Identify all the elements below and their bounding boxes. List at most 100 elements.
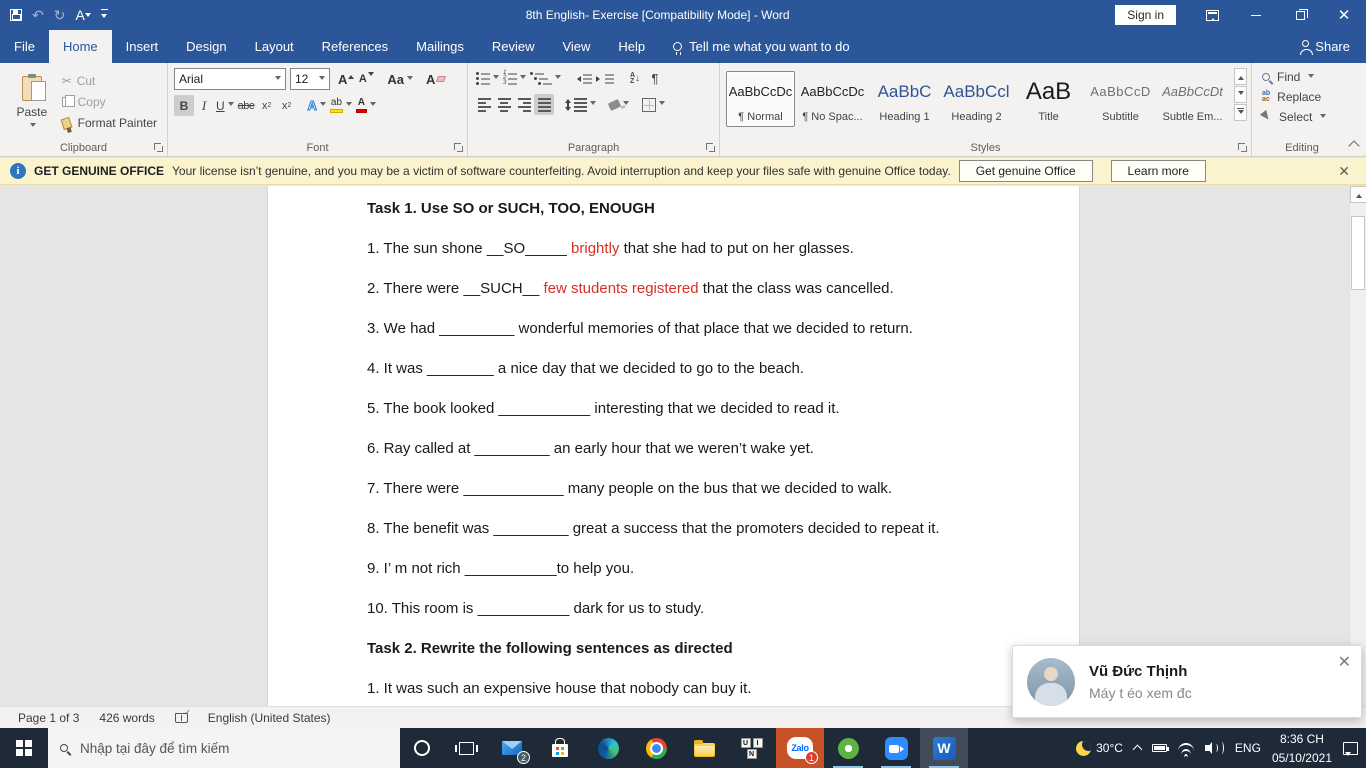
- doc-line[interactable]: 8. The benefit was _________ great a suc…: [367, 519, 999, 538]
- weather-widget[interactable]: 30°C: [1076, 728, 1123, 768]
- close-button[interactable]: ✕: [1322, 0, 1366, 30]
- notification-close-icon[interactable]: ✕: [1338, 652, 1351, 672]
- doc-line[interactable]: 9. I’ m not rich ___________to help you.: [367, 559, 999, 578]
- tell-me-box[interactable]: Tell me what you want to do: [673, 30, 850, 63]
- select-button[interactable]: Select: [1258, 108, 1346, 126]
- find-button[interactable]: Find: [1258, 68, 1346, 86]
- scrollbar-thumb[interactable]: [1351, 216, 1365, 290]
- taskbar-app-mail[interactable]: 2: [488, 728, 536, 768]
- doc-line[interactable]: 2. There were __SUCH__ few students regi…: [367, 279, 999, 298]
- tab-file[interactable]: File: [0, 30, 49, 63]
- style-heading-2[interactable]: AaBbCcl Heading 2: [942, 71, 1011, 127]
- doc-line[interactable]: 6. Ray called at _________ an early hour…: [367, 439, 999, 458]
- task-view-button[interactable]: [444, 728, 488, 768]
- sort-button[interactable]: A Z ↓: [625, 68, 645, 89]
- share-button[interactable]: Share: [1300, 30, 1366, 63]
- minimize-button[interactable]: [1234, 0, 1278, 30]
- tab-help[interactable]: Help: [604, 30, 659, 63]
- tab-home[interactable]: Home: [48, 30, 112, 63]
- battery-status[interactable]: [1151, 728, 1169, 768]
- style-no-spac[interactable]: AaBbCcDc ¶ No Spac...: [798, 71, 867, 127]
- tab-insert[interactable]: Insert: [112, 30, 173, 63]
- styles-dialog-launcher[interactable]: [1238, 143, 1248, 153]
- undo-icon[interactable]: ↶: [32, 8, 44, 22]
- style-normal[interactable]: AaBbCcDc ¶ Normal: [726, 71, 795, 127]
- text-effects-button[interactable]: A: [306, 95, 328, 116]
- taskbar-app-coccoc[interactable]: [824, 728, 872, 768]
- paragraph-dialog-launcher[interactable]: [706, 143, 716, 153]
- language-status[interactable]: English (United States): [200, 707, 339, 728]
- learn-more-button[interactable]: Learn more: [1110, 160, 1206, 182]
- shading-button[interactable]: [607, 94, 631, 115]
- taskbar-app-store[interactable]: [536, 728, 584, 768]
- tab-mailings[interactable]: Mailings: [402, 30, 478, 63]
- taskbar-search[interactable]: [48, 728, 400, 768]
- change-case-button[interactable]: Aa: [385, 69, 415, 90]
- document-page[interactable]: Task 1. Use SO or SUCH, TOO, ENOUGH 1. Th…: [267, 186, 1080, 706]
- doc-heading[interactable]: Task 2. Rewrite the following sentences …: [367, 639, 999, 658]
- show-hide-marks-button[interactable]: ¶: [645, 68, 665, 89]
- start-button[interactable]: [0, 728, 48, 768]
- tab-review[interactable]: Review: [478, 30, 549, 63]
- format-painter-button[interactable]: Format Painter: [58, 114, 161, 132]
- font-dialog-launcher[interactable]: [454, 143, 464, 153]
- bold-button[interactable]: B: [174, 95, 194, 116]
- tab-view[interactable]: View: [548, 30, 604, 63]
- align-center-button[interactable]: [494, 94, 514, 115]
- font-color-button[interactable]: A: [354, 95, 378, 116]
- doc-line[interactable]: 3. We had _________ wonderful memories o…: [367, 319, 999, 338]
- clear-formatting-button[interactable]: A: [424, 69, 447, 90]
- align-left-button[interactable]: [474, 94, 494, 115]
- styles-more-button[interactable]: [1234, 104, 1247, 121]
- cut-button[interactable]: ✂ Cut: [58, 72, 161, 90]
- strikethrough-button[interactable]: abe: [236, 95, 257, 116]
- search-input[interactable]: [78, 739, 388, 757]
- get-genuine-office-button[interactable]: Get genuine Office: [958, 160, 1093, 182]
- doc-line[interactable]: 1. It was such an expensive house that n…: [367, 679, 999, 698]
- doc-line[interactable]: 5. The book looked ___________ interesti…: [367, 399, 999, 418]
- network-status[interactable]: [1177, 728, 1194, 768]
- tab-layout[interactable]: Layout: [241, 30, 308, 63]
- taskbar-app-word[interactable]: W: [920, 728, 968, 768]
- replace-button[interactable]: ab ac Replace: [1258, 88, 1346, 106]
- chat-notification-popup[interactable]: Vũ Đức Thịnh Máy t éo xem đc ✕: [1012, 645, 1362, 718]
- style-subtitle[interactable]: AaBbCcD Subtitle: [1086, 71, 1155, 127]
- taskbar-app-zoom[interactable]: [872, 728, 920, 768]
- justify-button[interactable]: [534, 94, 554, 115]
- page-number-status[interactable]: Page 1 of 3: [10, 707, 87, 728]
- superscript-button[interactable]: x2: [277, 95, 297, 116]
- redo-icon[interactable]: ↻: [54, 8, 66, 22]
- volume-status[interactable]: [1204, 728, 1224, 768]
- increase-indent-button[interactable]: [594, 68, 616, 89]
- text-highlight-button[interactable]: ab: [328, 95, 354, 116]
- borders-button[interactable]: [640, 94, 667, 115]
- multilevel-list-button[interactable]: [528, 68, 563, 89]
- vertical-scrollbar[interactable]: [1349, 186, 1366, 706]
- paste-button[interactable]: Paste: [6, 68, 58, 138]
- clipboard-dialog-launcher[interactable]: [154, 143, 164, 153]
- tab-design[interactable]: Design: [172, 30, 240, 63]
- taskbar-app-edge[interactable]: [584, 728, 632, 768]
- copy-button[interactable]: Copy: [58, 93, 161, 111]
- shrink-font-button[interactable]: A: [356, 69, 376, 90]
- styles-scroll-down-button[interactable]: [1234, 86, 1247, 103]
- numbering-button[interactable]: 123: [501, 68, 528, 89]
- decrease-indent-button[interactable]: [572, 68, 594, 89]
- underline-button[interactable]: U: [214, 95, 236, 116]
- save-icon[interactable]: [10, 9, 22, 21]
- doc-line[interactable]: 1. The sun shone __SO_____ brightly that…: [367, 239, 999, 258]
- taskbar-app-unikey[interactable]: UIN: [728, 728, 776, 768]
- taskbar-app-zalo[interactable]: Zalo 1: [776, 728, 824, 768]
- clock[interactable]: 8:36 CH 05/10/2021: [1272, 728, 1332, 768]
- action-center-button[interactable]: [1343, 728, 1358, 768]
- doc-heading[interactable]: Task 1. Use SO or SUCH, TOO, ENOUGH: [367, 199, 999, 218]
- taskbar-app-explorer[interactable]: [680, 728, 728, 768]
- font-size-combobox[interactable]: 12: [290, 68, 330, 90]
- align-right-button[interactable]: [514, 94, 534, 115]
- line-spacing-button[interactable]: [563, 94, 598, 115]
- italic-button[interactable]: I: [194, 95, 214, 116]
- input-language-button[interactable]: ENG: [1235, 728, 1261, 768]
- style-subtle-em[interactable]: AaBbCcDt Subtle Em...: [1158, 71, 1227, 127]
- customize-toolbar-icon[interactable]: [100, 9, 108, 21]
- message-bar-close-icon[interactable]: ✕: [1332, 163, 1356, 180]
